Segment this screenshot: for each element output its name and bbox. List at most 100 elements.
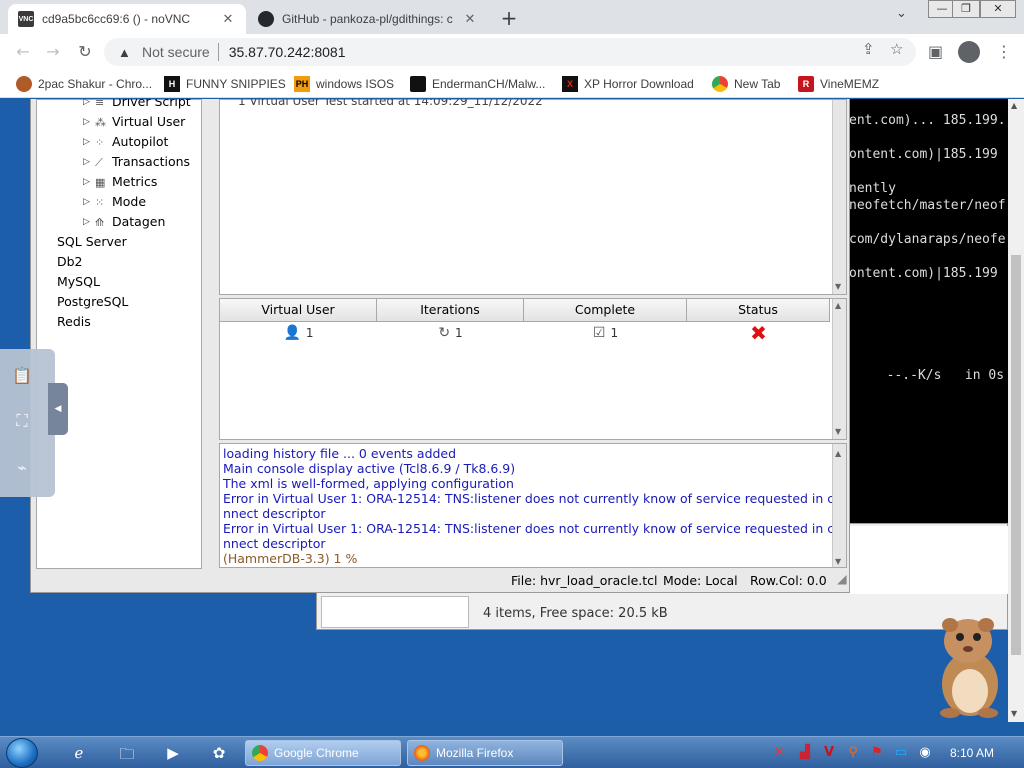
taskbar-google-chrome[interactable]: Google Chrome bbox=[245, 740, 401, 766]
expand-triangle-icon[interactable]: ▷ bbox=[83, 197, 95, 207]
close-tab-icon[interactable]: ✕ bbox=[220, 11, 236, 27]
column-header-complete[interactable]: Complete bbox=[524, 299, 687, 322]
profile-avatar-icon[interactable] bbox=[958, 41, 980, 63]
column-header-iterations[interactable]: Iterations bbox=[377, 299, 524, 322]
folder-icon[interactable]: 🗀 bbox=[116, 744, 138, 768]
bookmark-windows-isos[interactable]: PH windows ISOS bbox=[294, 76, 394, 92]
share-icon[interactable]: ⇪ bbox=[862, 40, 875, 58]
tray-monitor-icon[interactable]: ▭ bbox=[892, 745, 910, 760]
console-line: nnect descriptor bbox=[223, 506, 326, 521]
url-text[interactable]: 35.87.70.242:8081 bbox=[229, 44, 346, 60]
kebab-menu-icon[interactable]: ⋮ bbox=[996, 42, 1012, 61]
remote-desktop[interactable]: ent.com)... 185.199. ontent.com)|185.199… bbox=[0, 99, 1024, 722]
back-arrow-icon[interactable]: ← bbox=[12, 42, 34, 61]
omnibox-divider bbox=[217, 43, 219, 61]
expand-triangle-icon[interactable]: ▷ bbox=[83, 99, 95, 107]
tree-item-postgresql[interactable]: PostgreSQL bbox=[57, 294, 128, 309]
taskbar-mozilla-firefox[interactable]: Mozilla Firefox bbox=[407, 740, 563, 766]
scroll-up-arrow-icon[interactable]: ▲ bbox=[835, 446, 841, 461]
terminal-window[interactable]: ent.com)... 185.199. ontent.com)|185.199… bbox=[840, 99, 1008, 523]
scroll-down-arrow-icon[interactable]: ▼ bbox=[835, 427, 841, 436]
status-mode: Mode: Local bbox=[663, 573, 738, 588]
tab-github[interactable]: GitHub - pankoza-pl/gdithings: c ✕ bbox=[248, 4, 488, 34]
tree-item-db2[interactable]: Db2 bbox=[57, 254, 83, 269]
disconnect-icon[interactable]: ⌁ bbox=[8, 453, 36, 481]
scroll-up-arrow-icon[interactable]: ▲ bbox=[835, 301, 841, 310]
tree-item-datagen[interactable]: ▷ ⟰ Datagen bbox=[83, 214, 165, 229]
tab-search-chevron-icon[interactable]: ⌄ bbox=[896, 6, 907, 21]
scroll-up-arrow-icon[interactable]: ▲ bbox=[1011, 101, 1017, 110]
taskbar-clock[interactable]: 8:10 AM bbox=[950, 746, 994, 760]
tray-volume-icon[interactable]: ◉ bbox=[916, 745, 934, 760]
tree-item-sql-server[interactable]: SQL Server bbox=[57, 234, 127, 249]
table-vertical-scrollbar[interactable]: ▲ ▼ bbox=[832, 299, 846, 439]
expand-triangle-icon[interactable]: ▷ bbox=[83, 117, 95, 127]
novnc-control-bar[interactable]: 📋 ⛶ ⌁ ◀ bbox=[0, 349, 68, 497]
media-player-icon[interactable]: ▶ bbox=[162, 744, 184, 762]
close-window-button[interactable]: ✕ bbox=[980, 0, 1016, 18]
virtual-user-table[interactable]: Virtual User Iterations Complete Status … bbox=[219, 298, 847, 440]
resize-grip-icon[interactable]: ◢ bbox=[837, 571, 847, 586]
bookmark-label: windows ISOS bbox=[316, 77, 395, 91]
reload-icon[interactable]: ↻ bbox=[74, 42, 96, 61]
bookmark-funny-snippies[interactable]: H FUNNY SNIPPIES bbox=[164, 76, 286, 92]
close-tab-icon[interactable]: ✕ bbox=[462, 11, 478, 27]
tray-icon-v[interactable]: V bbox=[820, 745, 838, 760]
expand-triangle-icon[interactable]: ▷ bbox=[83, 217, 95, 227]
expand-triangle-icon[interactable]: ▷ bbox=[83, 157, 95, 167]
expand-triangle-icon[interactable]: ▷ bbox=[83, 177, 95, 187]
scrollbar-thumb[interactable] bbox=[1011, 255, 1021, 655]
control-bar-handle[interactable]: ◀ bbox=[48, 383, 68, 435]
tree-item-label: Virtual User bbox=[112, 114, 186, 129]
desktop-vertical-scrollbar[interactable]: ▲ ▼ bbox=[1008, 99, 1024, 722]
console-prompt[interactable]: (HammerDB-3.3) 1 % bbox=[223, 551, 357, 566]
tree-item-transactions[interactable]: ▷ ⟋ Transactions bbox=[83, 154, 190, 169]
tab-novnc[interactable]: VNC cd9a5bc6cc69:6 () - noVNC ✕ bbox=[8, 4, 246, 34]
tree-item-mysql[interactable]: MySQL bbox=[57, 274, 100, 289]
scroll-down-arrow-icon[interactable]: ▼ bbox=[1011, 709, 1017, 718]
benchmark-tree[interactable]: ▷ ≡ Driver Script ▷ ⁂ Virtual User ▷ ⁘ A… bbox=[36, 99, 202, 569]
new-tab-button[interactable]: + bbox=[498, 6, 520, 30]
console-vertical-scrollbar[interactable]: ▲ ▼ bbox=[832, 444, 846, 567]
scroll-down-arrow-icon[interactable]: ▼ bbox=[835, 282, 841, 291]
tree-item-autopilot[interactable]: ▷ ⁘ Autopilot bbox=[83, 134, 168, 149]
column-header-virtual-user[interactable]: Virtual User bbox=[220, 299, 377, 322]
tree-item-driver-script[interactable]: ▷ ≡ Driver Script bbox=[83, 99, 191, 109]
tray-icon-2[interactable]: ▟ bbox=[796, 745, 814, 760]
scroll-down-arrow-icon[interactable]: ▼ bbox=[835, 554, 841, 569]
bookmark-xp-horror[interactable]: X XP Horror Download bbox=[562, 76, 694, 92]
tray-search-icon[interactable]: ⚲ bbox=[844, 745, 862, 760]
start-button[interactable] bbox=[6, 738, 38, 768]
address-bar[interactable]: ▲ Not secure 35.87.70.242:8081 bbox=[104, 38, 916, 66]
security-label[interactable]: Not secure bbox=[142, 44, 210, 60]
bookmark-endermanch[interactable]: EndermanCH/Malw... bbox=[410, 76, 545, 92]
hammerdb-window[interactable]: ▷ ≡ Driver Script ▷ ⁂ Virtual User ▷ ⁘ A… bbox=[30, 99, 850, 593]
side-panel-icon[interactable]: ▣ bbox=[928, 42, 943, 61]
console-line: Error in Virtual User 1: ORA-12514: TNS:… bbox=[223, 521, 842, 536]
warning-triangle-icon[interactable]: ▲ bbox=[118, 45, 134, 60]
tree-item-label: Autopilot bbox=[112, 134, 169, 149]
column-header-status[interactable]: Status bbox=[687, 299, 830, 322]
bookmark-new-tab[interactable]: New Tab bbox=[712, 76, 780, 92]
clipboard-icon[interactable]: 📋 bbox=[8, 361, 36, 389]
restore-button[interactable]: ❐ bbox=[952, 0, 980, 18]
expand-triangle-icon[interactable]: ▷ bbox=[83, 137, 95, 147]
paint-icon[interactable]: ✿ bbox=[208, 744, 230, 762]
bookmark-2pac[interactable]: 2pac Shakur - Chro... bbox=[16, 76, 152, 92]
tree-item-virtual-user[interactable]: ▷ ⁂ Virtual User bbox=[83, 114, 185, 129]
fullscreen-icon[interactable]: ⛶ bbox=[8, 407, 36, 435]
tray-flag-icon[interactable]: ⚑ bbox=[868, 745, 886, 760]
console-output[interactable]: loading history file ... 0 events added … bbox=[219, 443, 847, 568]
bookmark-star-icon[interactable]: ☆ bbox=[890, 40, 903, 58]
vu-output-pane[interactable]: 1 Virtual User Test started at 14:09:29_… bbox=[219, 99, 847, 295]
cell-value: 1 bbox=[455, 326, 463, 340]
internet-explorer-icon[interactable]: ℯ bbox=[68, 744, 90, 762]
tree-item-redis[interactable]: Redis bbox=[57, 314, 91, 329]
output-vertical-scrollbar[interactable]: ▼ bbox=[832, 100, 846, 294]
tree-item-mode[interactable]: ▷ ⁙ Mode bbox=[83, 194, 146, 209]
tray-icon-1[interactable]: ✕ bbox=[770, 745, 788, 760]
bookmark-vinememz[interactable]: R VineMEMZ bbox=[798, 76, 879, 92]
tree-item-metrics[interactable]: ▷ ▦ Metrics bbox=[83, 174, 157, 189]
forward-arrow-icon[interactable]: → bbox=[42, 42, 64, 61]
terminal-line: ent.com)... 185.199. bbox=[849, 113, 1006, 128]
